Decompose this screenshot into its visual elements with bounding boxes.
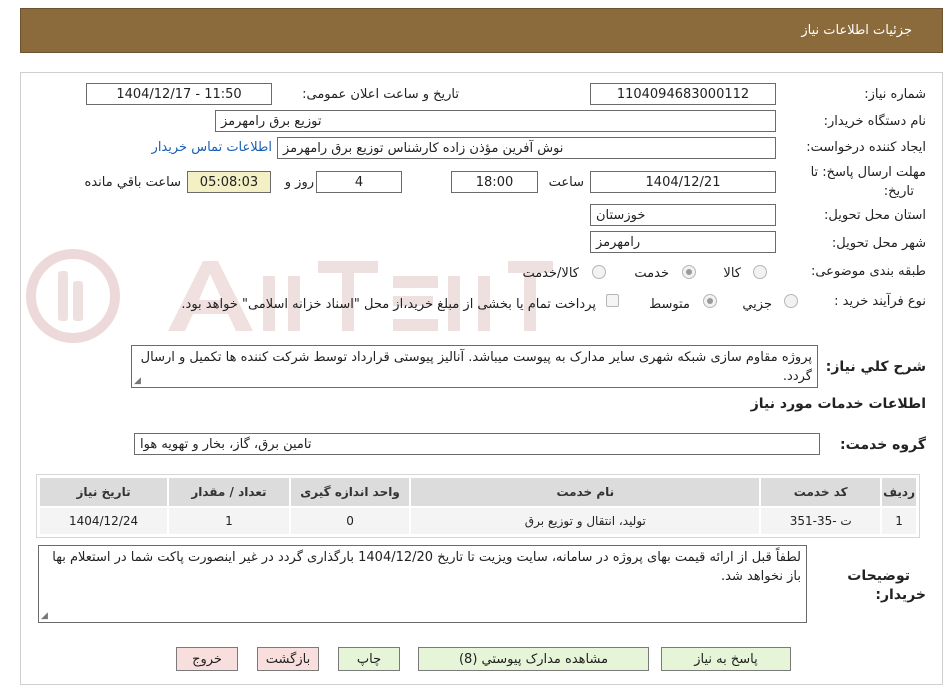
deadline-date-field: 1404/12/21 <box>590 171 776 193</box>
category-radio-goods-service[interactable] <box>592 265 606 279</box>
category-option-service: خدمت <box>634 266 669 281</box>
buyer-notes-text: لطفاً قبل از ارائه قیمت بهای پروژه در سا… <box>52 550 801 584</box>
back-button[interactable]: بازگشت <box>257 647 319 671</box>
services-section-title: اطلاعات خدمات مورد نیاز <box>750 396 926 412</box>
buyer-notes-textarea[interactable]: لطفاً قبل از ارائه قیمت بهای پروژه در سا… <box>38 545 807 623</box>
cell-qty: 1 <box>167 506 291 536</box>
description-textarea[interactable]: پروژه مقاوم سازی شبکه شهری سایر مدارک به… <box>131 345 818 388</box>
col-name: نام خدمت <box>409 476 762 508</box>
page-header: جزئیات اطلاعات نیاز <box>20 8 943 53</box>
process-option-medium: متوسط <box>649 297 690 312</box>
category-radio-goods[interactable] <box>753 265 767 279</box>
process-option-minor: جزيي <box>742 297 772 312</box>
exit-button[interactable]: خروج <box>176 647 238 671</box>
days-remaining-field: 4 <box>316 171 402 193</box>
province-label: استان محل تحویل: <box>824 208 926 223</box>
announce-date-label: تاریخ و ساعت اعلان عمومی: <box>302 87 459 102</box>
requester-label: ایجاد کننده درخواست: <box>806 140 926 155</box>
buyer-notes-label-line2: خریدار: <box>875 587 926 603</box>
category-label: طبقه بندی موضوعی: <box>810 264 926 279</box>
cell-row: 1 <box>880 506 918 536</box>
category-radio-service[interactable] <box>682 265 696 279</box>
service-group-label: گروه خدمت: <box>840 437 926 453</box>
process-radio-minor[interactable] <box>784 294 798 308</box>
remaining-time-label: ساعت باقي مانده <box>84 175 181 190</box>
print-button[interactable]: چاپ <box>338 647 400 671</box>
announce-date-field: 1404/12/17 - 11:50 <box>86 83 272 105</box>
buyer-contact-link[interactable]: اطلاعات تماس خریدار <box>152 140 272 155</box>
need-number-field: 1104094683000112 <box>590 83 776 105</box>
cell-unit: 0 <box>288 506 412 536</box>
description-text: پروژه مقاوم سازی شبکه شهری سایر مدارک به… <box>140 350 812 384</box>
resize-grip-icon[interactable]: ◢ <box>41 612 48 621</box>
deadline-time-label: ساعت <box>548 175 584 190</box>
days-label: روز و <box>284 175 314 190</box>
city-field: رامهرمز <box>590 231 776 253</box>
city-label: شهر محل تحویل: <box>831 236 926 251</box>
cell-code: ت -35-351 <box>759 506 883 536</box>
need-number-label: شماره نیاز: <box>864 87 926 102</box>
resize-grip-icon[interactable]: ◢ <box>134 377 141 386</box>
province-field: خوزستان <box>590 204 776 226</box>
description-label: شرح کلي نیاز: <box>825 359 926 375</box>
buyer-org-field: توزیع برق رامهرمز <box>215 110 776 132</box>
requester-field: نوش آفرین مؤذن زاده کارشناس توزیع برق را… <box>277 137 776 159</box>
col-date: تاریخ نیاز <box>37 476 170 508</box>
process-type-label: نوع فرآیند خرید : <box>834 294 926 309</box>
deadline-time-field: 18:00 <box>451 171 538 193</box>
page-title: جزئیات اطلاعات نیاز <box>801 23 912 38</box>
buyer-notes-label: توضیحات <box>847 568 910 584</box>
col-qty: تعداد / مقدار <box>167 476 291 508</box>
cell-name: تولید، انتقال و توزیع برق <box>409 506 762 536</box>
view-attachments-button[interactable]: مشاهده مدارک پیوستي (8) <box>418 647 649 671</box>
col-row: ردیف <box>880 476 918 508</box>
remaining-time-field: 05:08:03 <box>187 171 271 193</box>
col-code: کد خدمت <box>759 476 883 508</box>
deadline-label: مهلت ارسال پاسخ: تا <box>810 165 926 180</box>
deadline-label-line2: تاریخ: <box>883 184 914 199</box>
service-group-field: تامین برق، گاز، بخار و تهویه هوا <box>134 433 820 455</box>
reply-button[interactable]: پاسخ به نیاز <box>661 647 791 671</box>
treasury-payment-note: پرداخت تمام یا بخشی از مبلغ خرید،از محل … <box>181 297 596 312</box>
buyer-org-label: نام دستگاه خریدار: <box>823 114 926 129</box>
category-option-goods: کالا <box>723 266 741 281</box>
table-row: 1 ت -35-351 تولید، انتقال و توزیع برق 0 … <box>37 506 918 536</box>
cell-date: 1404/12/24 <box>37 506 170 536</box>
table-header-row: ردیف کد خدمت نام خدمت واحد اندازه گیری ت… <box>37 476 918 508</box>
col-unit: واحد اندازه گیری <box>288 476 412 508</box>
process-radio-medium[interactable] <box>703 294 717 308</box>
treasury-payment-checkbox[interactable] <box>606 294 619 307</box>
category-option-goods-service: کالا/خدمت <box>522 266 579 281</box>
services-table: ردیف کد خدمت نام خدمت واحد اندازه گیری ت… <box>37 476 918 536</box>
